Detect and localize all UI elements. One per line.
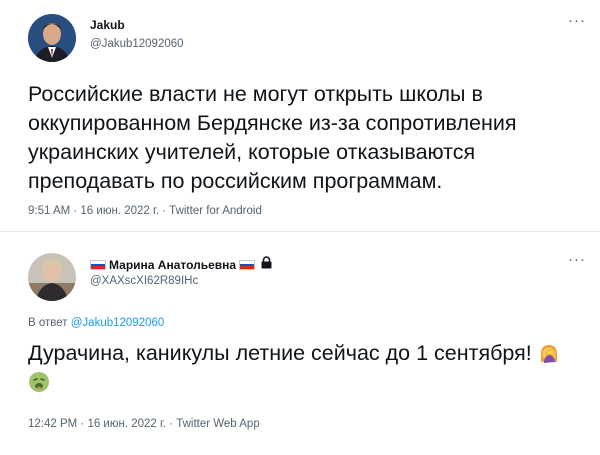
reply-tweet: Марина Анатольевна @XAXscXI62R89IHc ··· … (0, 233, 600, 455)
tweet-timestamp[interactable]: 9:51 AM · 16 июн. 2022 г. · Twitter for … (28, 205, 262, 217)
author-handle[interactable]: @XAXscXI62R89IHc (90, 275, 198, 287)
more-options-button[interactable]: ··· (568, 252, 586, 267)
author-name[interactable]: Марина Анатольевна (109, 258, 236, 272)
lock-icon (261, 256, 272, 274)
author-row: Jakub (90, 18, 125, 32)
reply-text: Дурачина, каникулы летние сейчас до 1 се… (28, 341, 532, 365)
tweet-text: Дурачина, каникулы летние сейчас до 1 се… (28, 339, 588, 397)
replying-to: В ответ @Jakub12092060 (28, 317, 164, 329)
avatar[interactable] (28, 253, 76, 301)
reply-to-handle-link[interactable]: @Jakub12092060 (71, 317, 165, 329)
nauseated-face-emoji-icon (28, 371, 50, 393)
tweet-text: Российские власти не могут открыть школы… (28, 82, 517, 193)
author-name[interactable]: Jakub (90, 18, 125, 32)
author-handle[interactable]: @Jakub12092060 (90, 38, 184, 50)
tweet-timestamp[interactable]: 12:42 PM · 16 июн. 2022 г. · Twitter Web… (28, 418, 260, 430)
avatar[interactable] (28, 14, 76, 62)
author-row: Марина Анатольевна (90, 256, 272, 274)
more-options-button[interactable]: ··· (568, 13, 586, 28)
main-tweet: Jakub @Jakub12092060 ··· Российские влас… (0, 0, 600, 232)
russian-flag-icon (239, 260, 256, 270)
russian-flag-icon (90, 260, 106, 270)
reply-prefix: В ответ (28, 317, 68, 329)
facepalm-emoji-icon (538, 342, 560, 364)
